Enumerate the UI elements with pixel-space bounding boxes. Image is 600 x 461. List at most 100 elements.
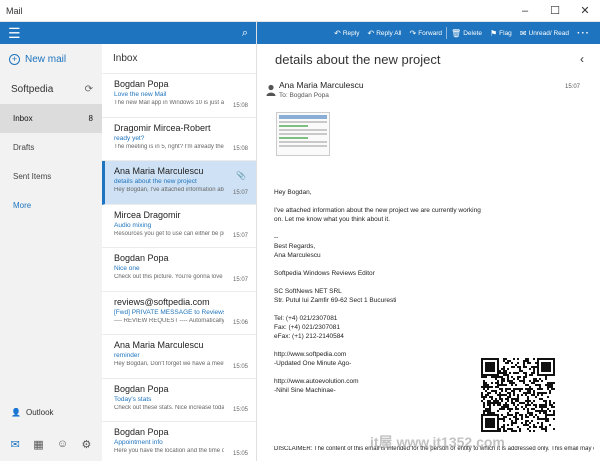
message-sender: Bogdan Popa	[114, 253, 169, 263]
message-item[interactable]: Bogdan Popa Today's stats Check out these …	[102, 379, 256, 422]
message-sender: Bogdan Popa	[114, 427, 169, 437]
more-actions-button[interactable]: ···	[573, 28, 594, 39]
minimize-button[interactable]: –	[510, 0, 540, 22]
message-item[interactable]: Dragomir Mircea-Robert ready yet? The meet…	[102, 118, 256, 161]
message-sender: Bogdan Popa	[114, 79, 169, 89]
message-sender: Ana Maria Marculescu	[114, 340, 204, 350]
message-item[interactable]: Bogdan Popa Love the new Mail The new Mail…	[102, 74, 256, 118]
reading-pane: ↶ Reply ↶ Reply All ↷ Forward 🗑 Delete ⚑ Flag…	[257, 22, 600, 461]
mail-icon[interactable]: ✉	[11, 438, 20, 451]
account-outlook[interactable]: 👤 Outlook	[0, 402, 102, 422]
folder-inbox[interactable]: Inbox 8	[0, 104, 102, 133]
message-time: 15:07	[232, 276, 248, 283]
person-icon: 👤	[11, 407, 21, 417]
message-preview: Hey Bogdan, I've attached information ab…	[114, 187, 224, 193]
message-item[interactable]: Mircea Dragomir Audio mixing Resources you…	[102, 205, 256, 248]
message-time: 15:08	[232, 102, 248, 109]
search-icon[interactable]: ⌕	[242, 27, 248, 40]
hamburger-menu-button[interactable]: ☰	[0, 22, 102, 44]
message-item[interactable]: Ana Maria Marculescu details about the ne…	[102, 161, 256, 205]
message-sender: Ana Maria Marculescu	[114, 166, 204, 176]
close-button[interactable]: ✕	[570, 0, 600, 22]
search-bar: ⌕	[102, 22, 256, 44]
message-subject: Today's stats	[114, 395, 152, 403]
forward-icon: ↷	[409, 28, 417, 38]
settings-icon[interactable]: ⚙	[81, 438, 91, 451]
reply-all-icon: ↶	[367, 28, 375, 38]
maximize-button[interactable]: ☐	[540, 0, 570, 22]
message-sender: reviews@softpedia.com	[114, 296, 210, 307]
unread-count: 8	[88, 114, 93, 123]
thumbnail-line	[279, 145, 327, 147]
account-item[interactable]: Softpedia ⟳	[0, 74, 102, 104]
reply-button[interactable]: ↶ Reply	[330, 29, 363, 38]
signature-company: SC SoftNews NET SRL	[274, 288, 342, 295]
delete-button[interactable]: 🗑 Delete	[447, 29, 486, 38]
message-item[interactable]: reviews@softpedia.com [Fwd] PRIVATE MESSA…	[102, 292, 256, 335]
folder-label: Drafts	[13, 143, 35, 152]
feedback-icon[interactable]: ☺	[57, 438, 68, 450]
message-time: 15:08	[232, 146, 248, 152]
more-folders-link[interactable]: More	[0, 191, 102, 220]
message-sender: Dragomir Mircea-Robert	[114, 122, 211, 133]
folder-sent-items[interactable]: Sent Items	[0, 162, 102, 191]
back-chevron-icon[interactable]: ‹	[580, 52, 584, 66]
outlook-label: Outlook	[25, 407, 54, 417]
bottom-app-bar: ✉ ▦ ☺ ⚙	[0, 431, 102, 457]
signature-name: Ana Marculescu	[274, 252, 321, 259]
thumbnail-line	[279, 125, 308, 127]
flag-button[interactable]: ⚑ Flag	[486, 29, 516, 38]
mail-window: Mail – ☐ ✕ ☰ + New mail Softpedia ⟳ Inbo…	[0, 0, 600, 461]
message-preview: Hey Bogdan, Don't forget we have a meet	[114, 361, 224, 367]
thumbnail-line	[279, 121, 327, 123]
folder-drafts[interactable]: Drafts	[0, 133, 102, 162]
envelope-icon: ✉	[519, 28, 527, 38]
reply-icon: ↶	[334, 28, 341, 38]
message-subject-row: details about the new project ‹	[257, 44, 600, 74]
message-preview: The new Mail app in Windows 10 is just a…	[114, 100, 224, 106]
message-time: 15:05	[232, 407, 248, 413]
attachment-thumbnail[interactable]	[276, 112, 330, 156]
message-subject: Audio mixing	[114, 221, 152, 229]
message-subject: Nice one	[114, 265, 140, 272]
message-preview: Check out these stats. Nice increase tod…	[114, 404, 224, 411]
message-sender: Bogdan Popa	[114, 383, 169, 394]
message-time: 15:07	[232, 233, 248, 239]
thumbnail-line	[279, 133, 327, 135]
folder-label: Sent Items	[13, 172, 52, 181]
sync-icon[interactable]: ⟳	[85, 84, 93, 95]
message-item[interactable]: Bogdan Popa Nice one Check out this pictur…	[102, 248, 256, 292]
trash-icon: 🗑	[451, 28, 462, 38]
new-mail-label: New mail	[25, 53, 67, 65]
signature-tel: Tel: (+4) 021/2307081	[274, 315, 338, 322]
person-avatar-icon	[266, 84, 276, 96]
signature-role: Softpedia Windows Reviews Editor	[274, 270, 375, 277]
unread-read-button[interactable]: ✉ Unread/ Read	[516, 29, 573, 38]
calendar-icon[interactable]: ▦	[33, 438, 43, 451]
reply-all-button[interactable]: ↶ Reply All	[363, 29, 405, 38]
message-preview: The meeting is in 5, right? I'm already …	[114, 143, 224, 150]
message-preview: ---- REVIEW REQUEST ---- Automatically f…	[114, 317, 224, 324]
message-subject: details about the new project	[275, 51, 441, 67]
list-title: Inbox	[102, 44, 256, 74]
message-preview: Check out this picture. You're gonna lov…	[114, 274, 223, 280]
watermark: it屋 www.it1352.com	[370, 434, 505, 450]
attachment-icon: 📎	[236, 171, 246, 180]
thumbnail-line	[279, 137, 308, 139]
message-time: 15:07	[564, 84, 580, 90]
body-line: on. Let me know what you think about it.	[274, 216, 390, 223]
message-sender: Mircea Dragomir	[114, 209, 181, 220]
new-mail-button[interactable]: + New mail	[0, 44, 102, 74]
plus-icon: +	[9, 53, 20, 65]
folder-label: Inbox	[13, 114, 33, 123]
message-item[interactable]: Bogdan Popa Appointment info Here you have…	[102, 422, 256, 461]
account-name: Softpedia	[11, 83, 54, 95]
qr-code-image	[481, 358, 555, 432]
signature-separator: --	[274, 234, 279, 241]
message-subject: Appointment info	[114, 439, 163, 446]
message-list: ⌕ Inbox Bogdan Popa Love the new Mail The …	[102, 22, 257, 461]
sender-name[interactable]: Ana Maria Marculescu	[275, 80, 600, 90]
forward-button[interactable]: ↷ Forward	[405, 29, 446, 38]
message-subject: ready yet?	[114, 134, 145, 142]
message-item[interactable]: Ana Maria Marculescu reminder Hey Bogdan, …	[102, 335, 256, 379]
